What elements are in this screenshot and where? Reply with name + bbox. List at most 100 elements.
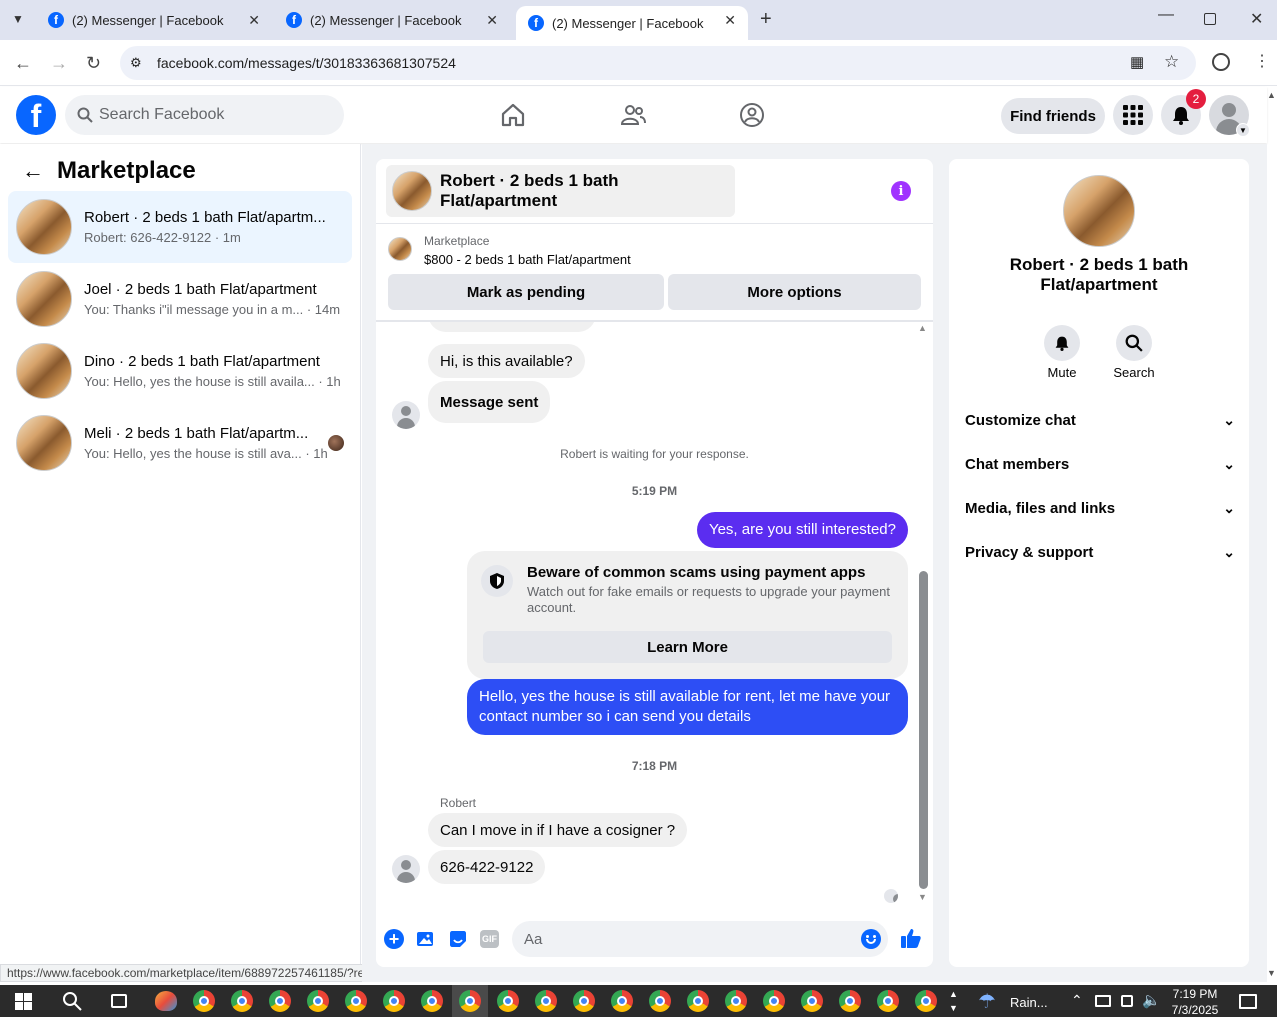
chrome-profile-icon[interactable] — [307, 990, 329, 1012]
browser-tab-2[interactable]: f (2) Messenger | Facebook ✕ — [274, 0, 510, 40]
chrome-profile-icon[interactable] — [421, 990, 443, 1012]
restore-window-icon[interactable] — [1204, 13, 1216, 25]
task-view-icon[interactable] — [111, 994, 127, 1008]
chrome-profile-icon[interactable] — [231, 990, 253, 1012]
close-tab-icon[interactable]: ✕ — [248, 12, 260, 29]
account-chevron-icon[interactable]: ▼ — [1236, 123, 1250, 137]
close-window-icon[interactable]: ✕ — [1250, 9, 1263, 29]
scroll-down-arrow[interactable]: ▼ — [918, 892, 927, 902]
weather-text[interactable]: Rain... — [1010, 995, 1048, 1010]
conversation-item[interactable]: Robert · 2 beds 1 bath Flat/apartm... Ro… — [8, 191, 352, 263]
like-thumb-icon[interactable] — [900, 927, 922, 949]
friends-icon[interactable] — [620, 102, 646, 128]
privacy-support-section[interactable]: Privacy & support ⌄ — [965, 544, 1235, 561]
browser-tab-1[interactable]: f (2) Messenger | Facebook ✕ — [36, 0, 272, 40]
clock-date[interactable]: 7/3/2025 — [1165, 1003, 1225, 1017]
more-options-button[interactable]: More options — [668, 274, 921, 310]
mark-as-pending-button[interactable]: Mark as pending — [388, 274, 664, 310]
back-icon[interactable]: ← — [14, 53, 32, 74]
chrome-profile-icon[interactable] — [649, 990, 671, 1012]
chat-members-section[interactable]: Chat members ⌄ — [965, 456, 1235, 473]
conversation-item[interactable]: Meli · 2 beds 1 bath Flat/apartm... You:… — [8, 407, 352, 479]
message-list[interactable]: Hi, is this available? Message sent Robe… — [376, 322, 933, 903]
sent-message[interactable]: Hello, yes the house is still available … — [467, 679, 908, 735]
chrome-profile-icon-active[interactable] — [459, 990, 481, 1012]
chat-header-title-button[interactable]: Robert · 2 beds 1 bath Flat/apartment — [386, 165, 735, 217]
clock-time[interactable]: 7:19 PM — [1165, 987, 1225, 1001]
weather-icon[interactable]: ☂ — [978, 989, 996, 1014]
minimize-window-icon[interactable]: — — [1158, 6, 1174, 24]
close-tab-icon[interactable]: ✕ — [486, 12, 498, 29]
info-icon[interactable]: i — [891, 181, 911, 201]
browser-tab-3-active[interactable]: f (2) Messenger | Facebook ✕ — [516, 6, 748, 40]
volume-icon[interactable]: 🔈 — [1142, 991, 1161, 1009]
page-scroll-up-arrow[interactable]: ▲ — [1267, 90, 1276, 100]
forward-icon[interactable]: → — [50, 53, 68, 74]
bookmark-star-icon[interactable]: ☆ — [1164, 52, 1179, 72]
profile-icon[interactable] — [1212, 53, 1230, 71]
page-scroll-down-arrow[interactable]: ▼ — [1267, 968, 1276, 978]
chrome-profile-icon[interactable] — [383, 990, 405, 1012]
search-chat-button[interactable] — [1116, 325, 1152, 361]
find-friends-button[interactable]: Find friends — [1001, 98, 1105, 134]
previous-bubble-edge — [428, 322, 596, 332]
sticker-icon[interactable] — [448, 929, 468, 949]
search-taskbar-icon[interactable] — [62, 991, 82, 1011]
photo-icon[interactable] — [416, 929, 436, 949]
install-app-icon[interactable]: ▦ — [1130, 53, 1144, 71]
groups-icon[interactable] — [739, 102, 765, 128]
network-icon[interactable] — [1095, 995, 1111, 1007]
action-center-icon[interactable] — [1239, 994, 1257, 1009]
conversation-item[interactable]: Joel · 2 beds 1 bath Flat/apartment You:… — [8, 263, 352, 335]
message-input[interactable]: Aa — [512, 921, 888, 957]
taskbar-scroll-icon[interactable]: ▲ ▼ — [949, 987, 958, 1015]
customize-chat-section[interactable]: Customize chat ⌄ — [965, 412, 1235, 429]
reload-icon[interactable]: ↻ — [86, 53, 101, 74]
media-files-links-section[interactable]: Media, files and links ⌄ — [965, 500, 1235, 517]
chrome-profile-icon[interactable] — [611, 990, 633, 1012]
home-icon[interactable] — [500, 102, 526, 128]
listing-thumbnail — [16, 415, 72, 471]
mute-button[interactable] — [1044, 325, 1080, 361]
new-tab-icon[interactable]: + — [760, 8, 772, 31]
back-arrow-icon[interactable]: ← — [22, 158, 44, 184]
chrome-profile-icon[interactable] — [573, 990, 595, 1012]
scrollbar-thumb[interactable] — [919, 571, 928, 889]
tab-search-chevron-icon[interactable]: ▼ — [12, 12, 24, 26]
received-message[interactable]: Hi, is this available? — [428, 344, 585, 378]
scroll-up-arrow[interactable]: ▲ — [918, 323, 927, 333]
conversation-item[interactable]: Dino · 2 beds 1 bath Flat/apartment You:… — [8, 335, 352, 407]
chrome-profile-icon[interactable] — [725, 990, 747, 1012]
chrome-profile-icon[interactable] — [193, 990, 215, 1012]
more-actions-icon[interactable]: + — [384, 929, 404, 949]
tray-overflow-icon[interactable]: ⌃ — [1071, 992, 1083, 1009]
site-settings-icon[interactable]: ⚙ — [130, 55, 142, 71]
received-message[interactable]: Message sent — [428, 381, 551, 423]
received-message[interactable]: 626-422-9122 — [428, 850, 546, 884]
chrome-profile-icon[interactable] — [535, 990, 557, 1012]
emoji-icon[interactable] — [861, 929, 881, 949]
browser-tab-strip: ▼ f (2) Messenger | Facebook ✕ f (2) Mes… — [0, 0, 1277, 40]
menu-grid-button[interactable] — [1113, 95, 1153, 135]
chrome-profile-icon[interactable] — [345, 990, 367, 1012]
sent-message[interactable]: Yes, are you still interested? — [696, 512, 908, 548]
chrome-profile-icon[interactable] — [801, 990, 823, 1012]
close-tab-icon[interactable]: ✕ — [724, 12, 736, 29]
paint-app-icon[interactable] — [155, 991, 177, 1011]
facebook-logo-icon[interactable]: f — [16, 95, 56, 135]
chrome-profile-icon[interactable] — [877, 990, 899, 1012]
meet-icon[interactable] — [1121, 995, 1133, 1007]
gif-icon[interactable]: GIF — [480, 930, 499, 948]
search-input[interactable]: Search Facebook — [65, 95, 344, 135]
browser-menu-icon[interactable]: ⋮ — [1254, 51, 1270, 71]
learn-more-button[interactable]: Learn More — [483, 631, 892, 663]
chrome-profile-icon[interactable] — [763, 990, 785, 1012]
chrome-profile-icon[interactable] — [687, 990, 709, 1012]
received-message[interactable]: Can I move in if I have a cosigner ? — [428, 813, 688, 847]
address-bar[interactable]: ⚙ facebook.com/messages/t/30183363681307… — [120, 46, 1196, 80]
chrome-profile-icon[interactable] — [915, 990, 937, 1012]
chrome-profile-icon[interactable] — [839, 990, 861, 1012]
windows-start-icon[interactable] — [15, 993, 32, 1010]
chrome-profile-icon[interactable] — [497, 990, 519, 1012]
chrome-profile-icon[interactable] — [269, 990, 291, 1012]
